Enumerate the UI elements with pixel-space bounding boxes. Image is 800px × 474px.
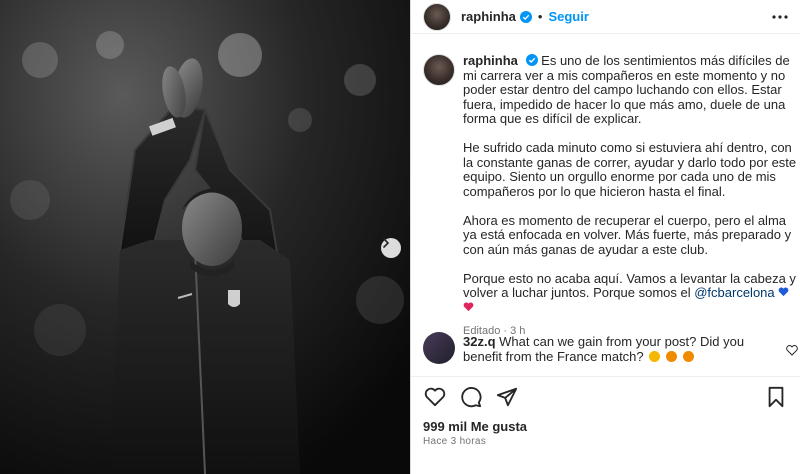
save-icon: [768, 386, 784, 407]
author-username[interactable]: raphinha: [461, 9, 516, 24]
verified-icon: [519, 10, 532, 23]
avatar[interactable]: [423, 2, 451, 31]
more-options-button[interactable]: [772, 9, 788, 25]
post-side-panel: raphinha • Seguir raphinha Es uno de los…: [410, 0, 800, 474]
post-actions: [411, 376, 800, 416]
comment-icon: [461, 386, 482, 407]
mention-link[interactable]: @fcbarcelona: [694, 285, 774, 300]
caption-paragraph: raphinha Es uno de los sentimientos más …: [463, 53, 798, 127]
like-button[interactable]: [423, 385, 447, 409]
heart-icon: [786, 345, 798, 356]
save-button[interactable]: [764, 385, 788, 409]
comment-text: What can we gain from your post? Did you…: [463, 334, 745, 364]
post-header: raphinha • Seguir: [411, 0, 800, 34]
share-button[interactable]: [495, 385, 519, 409]
caption-text-3: Ahora es momento de recuperar el cuerpo,…: [463, 212, 792, 257]
commenter-avatar[interactable]: [423, 332, 455, 364]
share-icon: [496, 387, 518, 406]
red-heart-emoji: [463, 300, 474, 315]
follow-button[interactable]: Seguir: [548, 9, 588, 24]
header-separator: •: [537, 9, 543, 24]
emoji-icon: [665, 351, 677, 362]
caption-paragraph-4: Porque esto no acaba aquí. Vamos a levan…: [463, 271, 798, 316]
player-photo-illustration: [0, 0, 410, 474]
comment-body: 32z.q What can we gain from your post? D…: [463, 334, 783, 364]
post-timestamp[interactable]: Hace 3 horas: [423, 436, 486, 447]
like-count[interactable]: 999 mil Me gusta: [423, 419, 527, 434]
verified-icon: [525, 54, 538, 66]
caption-avatar[interactable]: [423, 54, 455, 86]
emoji-icon: [649, 351, 661, 362]
post-viewer: raphinha • Seguir raphinha Es uno de los…: [0, 0, 800, 474]
next-arrow-icon: [383, 238, 389, 248]
comments-section[interactable]: raphinha Es uno de los sentimientos más …: [411, 44, 800, 374]
more-options-icon: [772, 15, 788, 19]
caption-username[interactable]: raphinha: [463, 53, 518, 68]
caption-body: raphinha Es uno de los sentimientos más …: [463, 53, 798, 338]
comment-button[interactable]: [459, 385, 483, 409]
next-photo-button[interactable]: [381, 238, 401, 258]
comment-like-button[interactable]: [786, 344, 798, 356]
post-photo[interactable]: [0, 0, 410, 474]
commenter-username[interactable]: 32z.q: [463, 334, 496, 349]
emoji-icon: [682, 351, 694, 362]
blue-heart-emoji: [778, 285, 789, 300]
heart-icon: [424, 387, 446, 406]
caption-text-2: He sufrido cada minuto como si estuviera…: [463, 140, 797, 199]
